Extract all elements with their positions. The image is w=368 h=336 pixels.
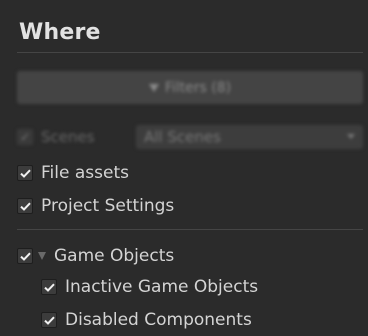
scenes-dropdown-value: All Scenes [144, 128, 221, 146]
where-panel: Where Filters (8) ✓ Scenes All Scenes Fi… [0, 0, 368, 336]
foldout-arrow-icon[interactable] [38, 252, 46, 260]
filters-button[interactable]: Filters (8) [17, 71, 363, 104]
title-divider [17, 52, 363, 53]
file-assets-checkbox[interactable] [17, 165, 33, 181]
scenes-row: ✓ Scenes All Scenes [17, 125, 363, 149]
checkmark-icon [43, 283, 55, 292]
scenes-checkbox[interactable]: ✓ [17, 129, 33, 145]
filters-button-label: Filters (8) [164, 79, 232, 96]
section-title: Where [19, 20, 101, 45]
game-objects-label: Game Objects [54, 246, 175, 266]
scenes-dropdown[interactable]: All Scenes [136, 125, 363, 149]
inactive-game-objects-option[interactable]: Inactive Game Objects [41, 275, 258, 299]
inactive-game-objects-label: Inactive Game Objects [65, 277, 259, 297]
checkmark-icon [43, 316, 55, 325]
file-assets-label: File assets [41, 163, 129, 183]
scenes-label: Scenes [41, 128, 95, 146]
checkmark-icon [19, 252, 31, 261]
inactive-game-objects-checkbox[interactable] [41, 279, 57, 295]
file-assets-option[interactable]: File assets [17, 161, 129, 185]
checkmark-icon [19, 202, 31, 211]
chevron-down-icon [347, 134, 355, 139]
project-settings-option[interactable]: Project Settings [17, 194, 174, 218]
funnel-icon [148, 83, 159, 92]
disabled-components-option[interactable]: Disabled Components [41, 308, 252, 332]
project-settings-checkbox[interactable] [17, 198, 33, 214]
options-divider [17, 229, 363, 230]
disabled-components-label: Disabled Components [65, 310, 252, 330]
game-objects-checkbox[interactable] [17, 248, 33, 264]
project-settings-label: Project Settings [41, 196, 175, 216]
checkmark-icon [19, 169, 31, 178]
disabled-components-checkbox[interactable] [41, 312, 57, 328]
game-objects-option[interactable]: Game Objects [17, 244, 174, 268]
